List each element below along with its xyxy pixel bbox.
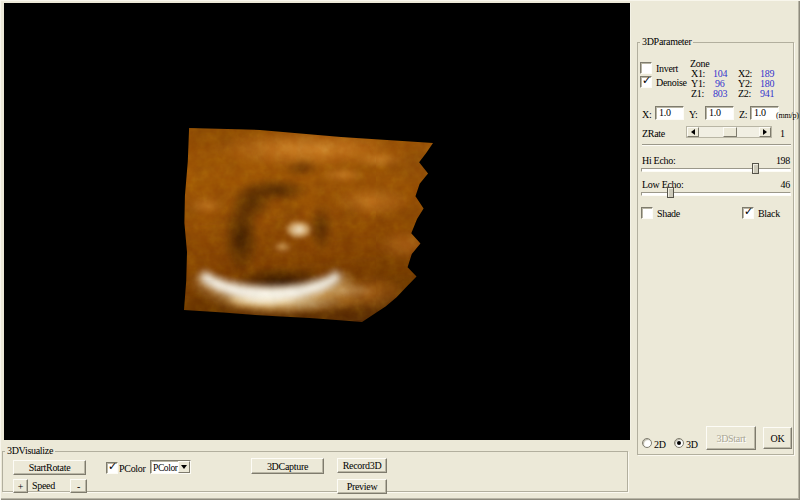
parameter-groupbox: 3DParameter Invert Denoise Zone X1: 104 …	[637, 42, 794, 455]
pcolor-dropdown-button[interactable]	[178, 461, 190, 473]
visualize-groupbox: 3DVisualize StartRotate + Speed - PColor…	[2, 451, 628, 492]
check-icon	[108, 461, 119, 473]
zrate-scroll-left-button[interactable]	[687, 127, 699, 137]
pcolor-checkbox[interactable]	[106, 462, 118, 474]
scale-unit-label: (mm/p)	[776, 110, 799, 121]
start3d-button[interactable]: 3DStart	[706, 426, 756, 450]
record-button[interactable]: Record3D	[337, 458, 387, 473]
mode-2d-label: 2D	[654, 439, 666, 450]
app-window: 3DParameter Invert Denoise Zone X1: 104 …	[0, 0, 800, 500]
zrate-label: ZRate	[642, 128, 665, 139]
scale-y-label: Y:	[689, 109, 697, 120]
scale-x-input[interactable]: 1.0	[655, 106, 684, 120]
shade-checkbox[interactable]	[641, 207, 653, 219]
zone-z2-label: Z2:	[738, 88, 751, 99]
scale-z-input[interactable]: 1.0	[750, 106, 779, 120]
visualize-group-title: 3DVisualize	[5, 445, 55, 457]
zrate-scroll-right-button[interactable]	[759, 127, 771, 137]
dropdown-arrow-icon	[181, 465, 187, 472]
hi-echo-value: 198	[776, 155, 790, 166]
zone-z1-label: Z1:	[691, 88, 704, 99]
hi-echo-label: Hi Echo:	[642, 155, 675, 166]
ok-button[interactable]: OK	[763, 427, 792, 449]
pcolor-checkbox-label: PColor	[119, 463, 146, 474]
scale-y-input[interactable]: 1.0	[705, 106, 734, 120]
speed-plus-button[interactable]: +	[13, 479, 28, 493]
zone-z1-value: 803	[713, 88, 727, 99]
low-echo-slider-track[interactable]	[641, 192, 791, 196]
pcolor-dropdown-value: PColor	[153, 463, 178, 473]
ultrasound-volume-image	[176, 120, 438, 326]
mode-2d-radio[interactable]	[642, 438, 652, 448]
parameter-group-title: 3DParameter	[640, 36, 693, 48]
low-echo-label: Low Echo:	[642, 179, 683, 190]
speed-minus-button[interactable]: -	[70, 479, 87, 493]
zone-z2-value: 941	[760, 88, 774, 99]
denoise-label: Denoise	[656, 77, 687, 88]
scroll-left-icon	[688, 129, 695, 135]
render-viewport[interactable]	[4, 3, 631, 440]
separator	[642, 144, 791, 146]
invert-checkbox[interactable]	[640, 62, 652, 74]
low-echo-value: 46	[781, 179, 790, 190]
black-checkbox[interactable]	[742, 207, 754, 219]
check-icon	[744, 206, 755, 218]
mode-3d-label: 3D	[686, 439, 698, 450]
hi-echo-slider-thumb[interactable]	[752, 163, 759, 174]
check-icon	[642, 75, 653, 87]
speed-label: Speed	[32, 480, 55, 491]
zrate-value: 1	[780, 128, 785, 139]
selected-dot-icon	[677, 441, 681, 445]
mode-3d-radio[interactable]	[674, 438, 684, 448]
invert-label: Invert	[656, 63, 678, 74]
capture-button[interactable]: 3DCapture	[251, 458, 324, 474]
preview-button[interactable]: Preview	[337, 479, 387, 494]
scale-z-label: Z:	[739, 109, 747, 120]
zrate-scrollbar[interactable]	[686, 126, 772, 138]
denoise-checkbox[interactable]	[640, 76, 652, 88]
black-label: Black	[758, 208, 780, 219]
scale-x-label: X:	[642, 109, 651, 120]
start-rotate-button[interactable]: StartRotate	[13, 460, 86, 475]
zrate-scroll-thumb[interactable]	[723, 127, 737, 137]
pcolor-dropdown[interactable]: PColor	[150, 460, 191, 474]
scroll-right-icon	[763, 129, 770, 135]
hi-echo-slider-track[interactable]	[641, 168, 791, 172]
low-echo-slider-thumb[interactable]	[667, 187, 674, 198]
shade-label: Shade	[657, 208, 680, 219]
